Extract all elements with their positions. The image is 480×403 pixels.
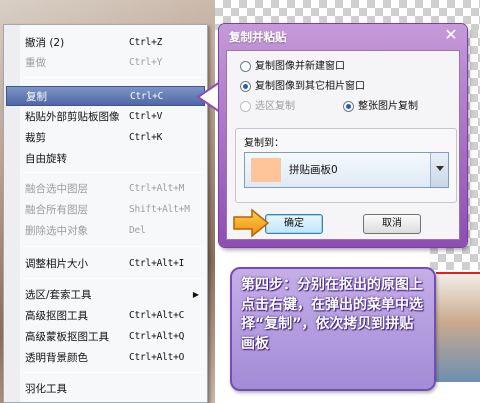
menu-separator xyxy=(23,278,203,279)
radio-whole-image[interactable]: 整张图片复制 xyxy=(343,99,453,115)
menu-item-label: 羽化工具 xyxy=(25,383,67,395)
menu-item-label: 复制 xyxy=(26,91,47,103)
menu-item-shortcut: Ctrl+K xyxy=(129,132,163,143)
menu-item-delete-selected: 删除选中对象 Del xyxy=(6,221,205,241)
menu-item-shortcut: Ctrl+Alt+M xyxy=(129,183,185,194)
menu-item-free-rotate[interactable]: 自由旋转 xyxy=(6,149,205,169)
step-note-text: 第四步：分别在抠出的原图上点击右键，在弹出的菜单中选择“复制”，依次拷贝到拼贴画… xyxy=(241,277,423,352)
menu-item-shortcut: Ctrl+Alt+Q xyxy=(129,331,185,342)
cancel-button[interactable]: 取消 xyxy=(363,214,421,234)
radio-label: 选区复制 xyxy=(255,101,295,112)
radio-button[interactable] xyxy=(343,101,354,112)
menu-item-redo: 重做 Ctrl+Y xyxy=(6,53,205,73)
radio-label: 复制图像并新建窗口 xyxy=(255,61,345,72)
copy-to-group: 复制到： 拼贴画板0 xyxy=(235,128,457,203)
menu-item-shortcut: Ctrl+Y xyxy=(129,57,163,68)
menu-item-shortcut: Ctrl+Alt+O xyxy=(129,352,185,363)
menu-item-label: 自由旋转 xyxy=(25,153,67,165)
menu-item-label: 透明背景颜色 xyxy=(25,352,88,364)
menu-item-shortcut: Ctrl+Alt+I xyxy=(129,258,185,269)
menu-item-selection-lasso[interactable]: 选区/套索工具 ▶ xyxy=(6,285,205,305)
menu-item-copy[interactable]: 复制 Ctrl+C xyxy=(6,86,205,106)
dropdown-button[interactable] xyxy=(430,153,448,187)
menu-item-resize-photo[interactable]: 调整相片大小 Ctrl+Alt+I xyxy=(6,254,205,274)
close-icon[interactable]: ✕ xyxy=(443,27,459,43)
radio-other-window[interactable]: 复制图像到其它相片窗口 xyxy=(240,79,440,95)
submenu-arrow-icon: ▶ xyxy=(192,290,199,299)
radio-selection-copy: 选区复制 xyxy=(240,99,330,115)
radio-new-window[interactable]: 复制图像并新建窗口 xyxy=(240,59,440,75)
menu-item-label: 撤消 (2) xyxy=(25,37,65,49)
photo-right xyxy=(436,272,480,382)
menu-item-shortcut: Del xyxy=(129,225,146,236)
menu-item-transparent-bg[interactable]: 透明背景颜色 Ctrl+Alt+O xyxy=(6,348,205,368)
menu-item-mask-cutout[interactable]: 高级蒙板抠图工具 Ctrl+Alt+Q xyxy=(6,327,205,347)
radio-label: 复制图像到其它相片窗口 xyxy=(255,81,365,92)
menu-item-label: 粘贴外部剪贴板图像 xyxy=(25,111,120,123)
menu-item-label: 高级抠图工具 xyxy=(25,310,88,322)
copy-to-label: 复制到： xyxy=(244,138,284,149)
menu-item-feather[interactable]: 羽化工具 xyxy=(6,379,205,399)
radio-label: 整张图片复制 xyxy=(358,101,418,112)
menu-separator xyxy=(23,77,203,78)
menu-item-merge-all-layers: 融合所有图层 Shift+Alt+M xyxy=(6,200,205,220)
chevron-down-icon xyxy=(436,166,444,171)
menu-separator xyxy=(23,372,203,373)
ok-button[interactable]: 确定 xyxy=(265,214,323,234)
menu-item-paste-external[interactable]: 粘贴外部剪贴板图像 Ctrl+V xyxy=(6,107,205,127)
menu-item-label: 调整相片大小 xyxy=(25,258,88,270)
menu-item-label: 删除选中对象 xyxy=(25,225,88,237)
copy-to-dropdown[interactable]: 拼贴画板0 xyxy=(244,152,449,188)
menu-item-shortcut: Shift+Alt+M xyxy=(129,204,190,215)
menu-item-shortcut: Ctrl+C xyxy=(130,91,164,102)
dialog-title: 复制并粘贴 xyxy=(229,30,287,44)
menu-item-label: 裁剪 xyxy=(25,132,46,144)
arrow-pointer-icon xyxy=(233,208,270,238)
menu-item-shortcut: Ctrl+Z xyxy=(129,37,163,48)
menu-item-label: 融合选中图层 xyxy=(25,183,88,195)
context-menu: 撤消 (2) Ctrl+Z 重做 Ctrl+Y 复制 Ctrl+C 粘贴外部剪贴… xyxy=(3,24,208,403)
radio-button[interactable] xyxy=(240,81,251,92)
menu-item-shortcut: Ctrl+Alt+C xyxy=(129,310,185,321)
menu-separator xyxy=(23,172,203,173)
menu-item-advanced-cutout[interactable]: 高级抠图工具 Ctrl+Alt+C xyxy=(6,306,205,326)
menu-item-label: 高级蒙板抠图工具 xyxy=(25,331,109,343)
copy-to-value: 拼贴画板0 xyxy=(289,164,338,176)
step-note: 第四步：分别在抠出的原图上点击右键，在弹出的菜单中选择“复制”，依次拷贝到拼贴画… xyxy=(230,267,436,391)
menu-separator xyxy=(23,246,203,247)
canvas-swatch xyxy=(251,158,281,182)
menu-item-label: 重做 xyxy=(25,57,46,69)
radio-button[interactable] xyxy=(240,61,251,72)
menu-item-label: 融合所有图层 xyxy=(25,204,88,216)
menu-item-crop[interactable]: 裁剪 Ctrl+K xyxy=(6,128,205,148)
menu-item-merge-selected-layers: 融合选中图层 Ctrl+Alt+M xyxy=(6,179,205,199)
menu-item-shortcut: Ctrl+V xyxy=(129,111,163,122)
menu-item-undo[interactable]: 撤消 (2) Ctrl+Z xyxy=(6,33,205,53)
menu-item-label: 选区/套索工具 xyxy=(25,289,92,301)
radio-button xyxy=(240,101,251,112)
